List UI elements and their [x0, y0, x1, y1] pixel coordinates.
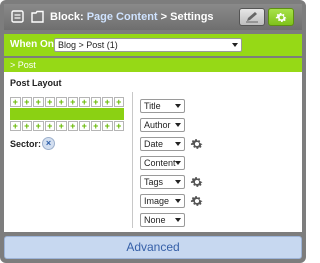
advanced-label: Advanced [126, 240, 180, 254]
grid-cell-add[interactable]: + [21, 121, 32, 131]
block-link[interactable]: Page Content [87, 11, 158, 23]
settings-button[interactable] [268, 8, 294, 26]
grid-cell-add[interactable]: + [113, 97, 124, 107]
grid-cell-add[interactable]: + [44, 97, 55, 107]
layout-content: Post Layout + + + + + + + + + + + + + + + + + + + + Sector… [4, 72, 302, 232]
grid-cell-add[interactable]: + [90, 121, 101, 131]
advanced-button[interactable]: Advanced [4, 236, 302, 259]
gear-icon[interactable] [190, 137, 204, 151]
layout-option-select[interactable]: Content [140, 156, 185, 170]
grid-cell-add[interactable]: + [33, 97, 44, 107]
grid-cell-add[interactable]: + [67, 121, 78, 131]
panel-title: Block: Page Content > Settings [50, 11, 214, 23]
layout-grid[interactable]: + + + + + + + + + + + + + + + + + + + + [10, 97, 124, 131]
panel-inner: Block: Page Content > Settings When On: [4, 4, 302, 259]
grid-cell-add[interactable]: + [90, 97, 101, 107]
gear-icon[interactable] [190, 175, 204, 189]
chevron-down-icon [175, 161, 181, 165]
title-separator: > [160, 11, 168, 23]
grid-row-bottom: + + + + + + + + + + [10, 121, 124, 131]
post-layout-title: Post Layout [10, 78, 62, 88]
gear-icon [275, 12, 287, 22]
gear-icon[interactable] [190, 194, 204, 208]
grid-cell-add[interactable]: + [10, 121, 21, 131]
grid-cell-add[interactable]: + [56, 121, 67, 131]
remove-sector-button[interactable]: × [42, 137, 55, 150]
post-breadcrumb-bar: > Post [4, 58, 302, 72]
when-on-value: Blog > Post (1) [58, 40, 118, 50]
layout-option-value: None [144, 215, 166, 225]
chevron-down-icon [175, 104, 181, 108]
layout-option-value: Content [144, 158, 176, 168]
layout-option-select[interactable]: Date [140, 137, 185, 151]
edit-button[interactable] [239, 8, 265, 26]
post-breadcrumb[interactable]: > Post [10, 60, 36, 70]
grid-cell-add[interactable]: + [79, 121, 90, 131]
layout-option-value: Date [144, 139, 164, 149]
grid-cell-add[interactable]: + [44, 121, 55, 131]
layout-option-select[interactable]: Image [140, 194, 185, 208]
notes-icon [11, 10, 24, 23]
when-on-bar: When On: Blog > Post (1) [4, 34, 302, 56]
grid-cell-add[interactable]: + [21, 97, 32, 107]
layout-option-select[interactable]: Tags [140, 175, 185, 189]
grid-row-top: + + + + + + + + + + [10, 97, 124, 107]
layout-option-value: Image [144, 196, 170, 206]
chevron-down-icon [175, 199, 181, 203]
chevron-down-icon [175, 142, 181, 146]
grid-cell-add[interactable]: + [33, 121, 44, 131]
block-icon [31, 10, 44, 23]
grid-cell-add[interactable]: + [79, 97, 90, 107]
layout-option-select[interactable]: Author [140, 118, 185, 132]
chevron-down-icon [175, 123, 181, 127]
when-on-label: When On: [10, 39, 58, 50]
sector-label: Sector: [10, 139, 42, 149]
chevron-down-icon [175, 218, 181, 222]
layout-option-select[interactable]: None [140, 213, 185, 227]
pencil-icon [246, 12, 258, 23]
chevron-down-icon [232, 43, 238, 47]
settings-label: Settings [170, 11, 214, 23]
when-on-select[interactable]: Blog > Post (1) [54, 38, 242, 52]
layout-option-value: Author [144, 120, 171, 130]
layout-option-value: Tags [144, 177, 164, 187]
grid-cell-add[interactable]: + [102, 121, 113, 131]
grid-cell-add[interactable]: + [56, 97, 67, 107]
panel-header: Block: Page Content > Settings [4, 4, 302, 30]
column-divider [132, 92, 133, 228]
grid-cell-add[interactable]: + [102, 97, 113, 107]
layout-option-select[interactable]: Title [140, 99, 185, 113]
block-settings-panel: Block: Page Content > Settings When On: [0, 0, 306, 263]
chevron-down-icon [175, 180, 181, 184]
grid-cell-add[interactable]: + [10, 97, 21, 107]
block-label: Block: [50, 11, 84, 23]
grid-cell-add[interactable]: + [67, 97, 78, 107]
grid-selected-sector[interactable] [10, 108, 124, 120]
grid-cell-add[interactable]: + [113, 121, 124, 131]
layout-option-value: Title [144, 101, 161, 111]
